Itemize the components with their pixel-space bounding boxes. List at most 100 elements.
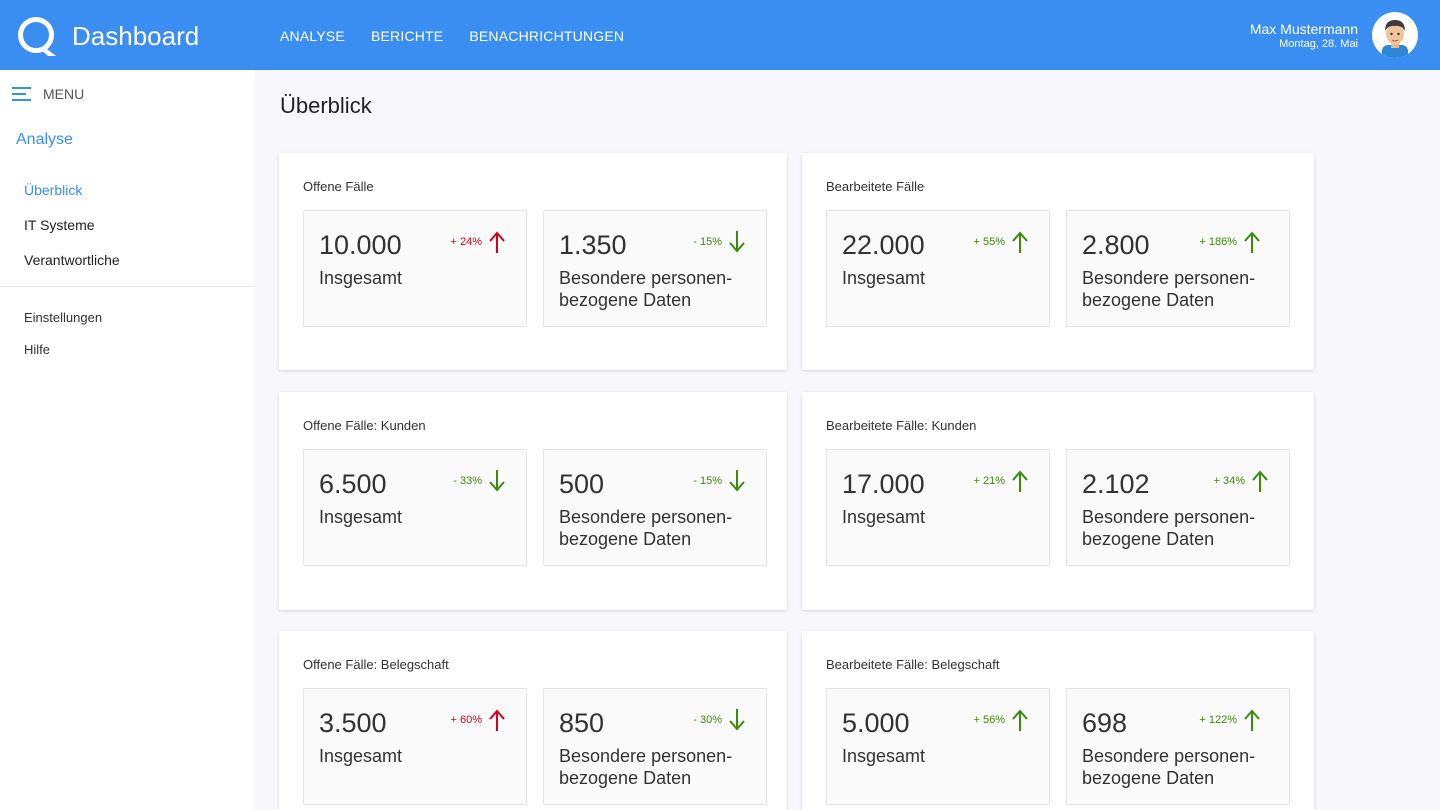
trend-indicator: - 15% bbox=[693, 470, 746, 492]
trend-indicator: + 24% bbox=[451, 231, 507, 253]
stat-label: Insgesamt bbox=[319, 507, 403, 527]
trend-indicator: + 21% bbox=[974, 470, 1030, 492]
trend-indicator: + 60% bbox=[451, 709, 507, 731]
trend-percentage: - 15% bbox=[693, 475, 722, 487]
sidebar-section-analyse[interactable]: Analyse bbox=[16, 131, 73, 149]
stat-card: Bearbeitete Fälle 22.000 Insgesamt + 55% 2.8… bbox=[802, 153, 1314, 370]
app-logo-icon[interactable] bbox=[16, 16, 58, 56]
trend-percentage: + 56% bbox=[973, 714, 1006, 726]
stat-tile[interactable]: 500 Besondere personen-bezogene Daten - 15… bbox=[543, 449, 767, 566]
arrow-up-icon bbox=[1012, 470, 1028, 492]
user-name: Max Mustermann bbox=[1249, 21, 1358, 37]
stat-label: Insgesamt bbox=[842, 746, 926, 766]
stat-card: Offene Fälle 10.000 Insgesamt + 24% 1.350 Bes… bbox=[279, 153, 787, 370]
trend-percentage: + 21% bbox=[973, 475, 1006, 487]
stat-value: 1.350 bbox=[559, 230, 627, 260]
stat-label: Besondere personen-bezogene Daten bbox=[559, 268, 733, 310]
trend-percentage: - 15% bbox=[693, 236, 722, 248]
trend-indicator: - 15% bbox=[693, 231, 746, 253]
stat-card: Offene Fälle: Kunden 6.500 Insgesamt - 33% 5… bbox=[279, 392, 787, 610]
user-date: Montag, 28. Mai bbox=[1279, 38, 1358, 50]
stat-tile[interactable]: 17.000 Insgesamt + 21% bbox=[826, 449, 1050, 566]
page-title: Überblick bbox=[280, 93, 372, 118]
sidebar-item-ueberblick[interactable]: Überblick bbox=[24, 182, 82, 198]
sidebar-item-it-systeme[interactable]: IT Systeme bbox=[24, 217, 95, 233]
trend-percentage: + 60% bbox=[450, 714, 483, 726]
stat-tile[interactable]: 22.000 Insgesamt + 55% bbox=[826, 210, 1050, 327]
stat-tile[interactable]: 6.500 Insgesamt - 33% bbox=[303, 449, 527, 566]
nav-link-benachrichtigungen[interactable]: BENACHRICHTUNGEN bbox=[469, 28, 624, 44]
card-title: Bearbeitete Fälle: Belegschaft bbox=[826, 657, 1000, 672]
menu-label: MENU bbox=[43, 86, 85, 102]
stat-card: Offene Fälle: Belegschaft 3.500 Insgesamt +… bbox=[279, 631, 787, 810]
card-title: Offene Fälle bbox=[303, 179, 374, 194]
arrow-down-icon bbox=[729, 709, 745, 731]
arrow-up-icon bbox=[489, 709, 505, 731]
stat-value: 5.000 bbox=[842, 708, 910, 738]
stat-tile[interactable]: 2.102 Besondere personen-bezogene Daten + … bbox=[1066, 449, 1290, 566]
stat-tile[interactable]: 850 Besondere personen-bezogene Daten - 30… bbox=[543, 688, 767, 805]
arrow-down-icon bbox=[729, 231, 745, 253]
user-avatar-icon bbox=[1382, 20, 1408, 58]
stat-value: 3.500 bbox=[319, 708, 387, 738]
card-title: Offene Fälle: Kunden bbox=[303, 418, 426, 433]
nav-link-analyse[interactable]: ANALYSE bbox=[280, 28, 345, 44]
stat-tile[interactable]: 5.000 Insgesamt + 56% bbox=[826, 688, 1050, 805]
sidebar: MENU Analyse Überblick IT Systeme Verant… bbox=[0, 70, 254, 810]
arrow-up-icon bbox=[1252, 470, 1268, 492]
sidebar-item-verantwortliche[interactable]: Verantwortliche bbox=[24, 252, 120, 268]
trend-indicator: - 33% bbox=[453, 470, 506, 492]
top-app-bar: Dashboard ANALYSE BERICHTE BENACHRICHTUN… bbox=[0, 0, 1440, 70]
card-title: Bearbeitete Fälle: Kunden bbox=[826, 418, 977, 433]
stat-value: 500 bbox=[559, 469, 605, 499]
stat-tile[interactable]: 3.500 Insgesamt + 60% bbox=[303, 688, 527, 805]
trend-indicator: + 55% bbox=[974, 231, 1030, 253]
stat-card: Bearbeitete Fälle: Kunden 17.000 Insgesamt… bbox=[802, 392, 1314, 610]
card-title: Bearbeitete Fälle bbox=[826, 179, 925, 194]
trend-percentage: - 33% bbox=[453, 475, 482, 487]
card-title: Offene Fälle: Belegschaft bbox=[303, 657, 449, 672]
trend-percentage: + 55% bbox=[973, 236, 1006, 248]
stat-tile[interactable]: 1.350 Besondere personen-bezogene Daten - … bbox=[543, 210, 767, 327]
user-info[interactable]: Max Mustermann Montag, 28. Mai bbox=[1250, 22, 1358, 51]
stat-value: 22.000 bbox=[842, 230, 925, 260]
arrow-down-icon bbox=[489, 470, 505, 492]
stat-label: Besondere personen-bezogene Daten bbox=[559, 746, 733, 788]
stat-value: 10.000 bbox=[319, 230, 402, 260]
stat-label: Insgesamt bbox=[842, 507, 926, 527]
stat-label: Insgesamt bbox=[319, 268, 403, 288]
trend-percentage: + 122% bbox=[1199, 714, 1237, 726]
stat-tile[interactable]: 10.000 Insgesamt + 24% bbox=[303, 210, 527, 327]
arrow-up-icon bbox=[1244, 231, 1260, 253]
app-title: Dashboard bbox=[72, 21, 200, 51]
arrow-up-icon bbox=[1012, 709, 1028, 731]
trend-percentage: + 186% bbox=[1199, 236, 1237, 248]
hamburger-menu-icon bbox=[12, 87, 31, 101]
nav-link-berichte[interactable]: BERICHTE bbox=[371, 28, 443, 44]
trend-percentage: - 30% bbox=[693, 714, 722, 726]
trend-percentage: + 34% bbox=[1213, 475, 1246, 487]
arrow-down-icon bbox=[729, 470, 745, 492]
stat-tile[interactable]: 698 Besondere personen-bezogene Daten + 12… bbox=[1066, 688, 1290, 805]
sidebar-divider bbox=[0, 286, 254, 287]
arrow-up-icon bbox=[1012, 231, 1028, 253]
stat-value: 2.800 bbox=[1082, 230, 1150, 260]
sidebar-item-einstellungen[interactable]: Einstellungen bbox=[24, 310, 102, 325]
sidebar-item-hilfe[interactable]: Hilfe bbox=[24, 342, 50, 357]
stat-tile[interactable]: 2.800 Besondere personen-bezogene Daten + … bbox=[1066, 210, 1290, 327]
menu-toggle[interactable]: MENU bbox=[12, 86, 84, 102]
stat-value: 2.102 bbox=[1082, 469, 1150, 499]
stat-label: Besondere personen-bezogene Daten bbox=[1082, 507, 1256, 549]
stat-value: 698 bbox=[1082, 708, 1128, 738]
stat-label: Besondere personen-bezogene Daten bbox=[559, 507, 733, 549]
stat-value: 17.000 bbox=[842, 469, 925, 499]
avatar[interactable] bbox=[1372, 12, 1418, 58]
trend-indicator: - 30% bbox=[693, 709, 746, 731]
top-navigation: ANALYSE BERICHTE BENACHRICHTUNGEN bbox=[280, 28, 624, 44]
trend-indicator: + 34% bbox=[1214, 470, 1270, 492]
trend-percentage: + 24% bbox=[450, 236, 483, 248]
arrow-up-icon bbox=[1244, 709, 1260, 731]
stat-card: Bearbeitete Fälle: Belegschaft 5.000 Insge… bbox=[802, 631, 1314, 810]
stat-value: 850 bbox=[559, 708, 605, 738]
stat-label: Besondere personen-bezogene Daten bbox=[1082, 268, 1256, 310]
